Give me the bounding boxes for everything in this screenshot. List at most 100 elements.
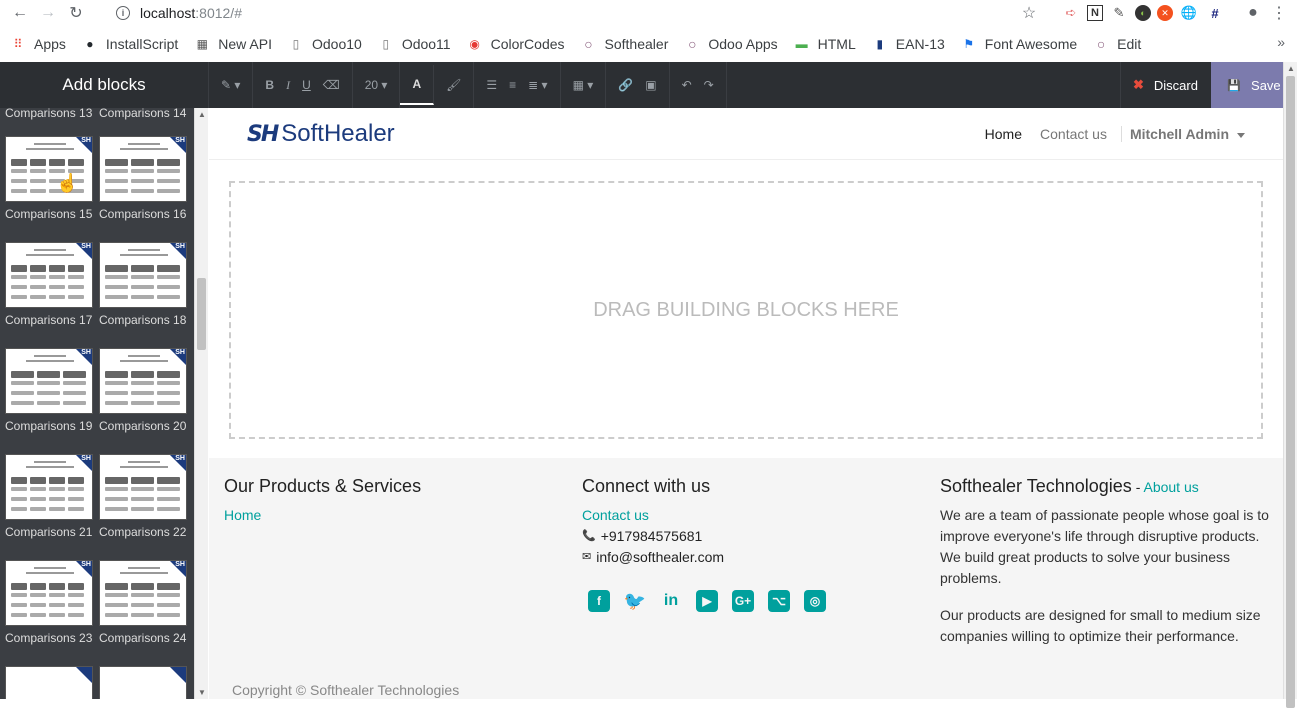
bookmark-item[interactable]: ● InstallScript xyxy=(82,36,178,52)
bullet-list-icon[interactable]: ☰ xyxy=(480,62,503,108)
menu-kebab-icon[interactable]: ⋮ xyxy=(1269,3,1289,23)
block-label: Comparisons 16 xyxy=(99,207,187,221)
block-item[interactable]: SH Comparisons 24 xyxy=(99,560,189,645)
block-item[interactable]: SH Comparisons 19 xyxy=(5,348,95,433)
align-icon[interactable]: ≣ ▾ xyxy=(522,62,553,108)
block-item[interactable]: SH Comparisons 18 xyxy=(99,242,189,327)
bookmarks-more-icon[interactable]: » xyxy=(1277,34,1285,50)
forward-icon[interactable]: → xyxy=(34,1,62,25)
block-item[interactable]: SH Comparisons 22 xyxy=(99,454,189,539)
block-thumbnail[interactable]: SH xyxy=(5,242,93,308)
block-item[interactable]: SHComparisons 14 xyxy=(99,108,189,120)
block-item[interactable]: SHComparisons 13 xyxy=(5,108,95,120)
bookmark-item[interactable]: ○ Edit xyxy=(1093,36,1141,52)
nav-home-link[interactable]: Home xyxy=(985,126,1022,142)
block-thumbnail[interactable]: SH xyxy=(99,136,187,202)
block-item[interactable] xyxy=(99,666,189,699)
globe-icon[interactable]: 🌐 xyxy=(1179,3,1199,23)
undo-icon[interactable]: ↶ xyxy=(676,62,698,108)
footer-home-link[interactable]: Home xyxy=(224,505,554,526)
numbered-list-icon[interactable]: ≡ xyxy=(503,62,522,108)
table-icon[interactable]: ▦ ▾ xyxy=(567,62,600,108)
drop-zone[interactable]: DRAG BUILDING BLOCKS HERE xyxy=(229,181,1263,439)
redo-icon[interactable]: ↷ xyxy=(698,62,720,108)
block-thumbnail[interactable] xyxy=(5,666,93,699)
block-item[interactable]: SH Comparisons 16 xyxy=(99,136,189,221)
bookmark-item[interactable]: ▯ Odoo11 xyxy=(378,36,451,52)
bookmark-item[interactable]: ⠿ Apps xyxy=(10,36,66,52)
page-scrollbar[interactable]: ▲ xyxy=(1283,62,1297,708)
block-thumbnail[interactable]: SH xyxy=(99,560,187,626)
bookmark-item[interactable]: ◉ ColorCodes xyxy=(467,36,564,52)
bookmark-item[interactable]: ▯ Odoo10 xyxy=(288,36,362,52)
bookmark-item[interactable]: ▮ EAN-13 xyxy=(872,36,944,52)
block-thumbnail[interactable]: SH xyxy=(99,348,187,414)
user-menu[interactable]: Mitchell Admin xyxy=(1120,126,1245,142)
page-scroll-up-icon[interactable]: ▲ xyxy=(1287,64,1295,73)
bookmark-item[interactable]: ▬ HTML xyxy=(794,36,856,52)
block-item[interactable]: SH Comparisons 21 xyxy=(5,454,95,539)
footer-contact-link[interactable]: Contact us xyxy=(582,505,912,526)
scroll-up-icon[interactable]: ▲ xyxy=(198,110,206,119)
discard-button[interactable]: ✖ Discard xyxy=(1120,62,1210,108)
paint-brush-icon[interactable]: 🖌 xyxy=(440,62,467,108)
bookmark-item[interactable]: ○ Odoo Apps xyxy=(684,36,778,52)
block-thumbnail[interactable]: SH ☝ xyxy=(5,136,93,202)
image-icon[interactable]: ▣ xyxy=(639,62,662,108)
block-thumbnail[interactable]: SH xyxy=(5,560,93,626)
block-item[interactable]: SH ☝ Comparisons 15 xyxy=(5,136,95,221)
instagram-icon[interactable]: ◎ xyxy=(804,590,826,612)
twitter-icon[interactable]: 🐦 xyxy=(624,590,646,612)
block-label: Comparisons 14 xyxy=(99,108,187,120)
eyedropper-icon[interactable]: ✎ xyxy=(1109,3,1129,23)
account-icon[interactable]: ● xyxy=(1243,3,1263,23)
font-color-icon[interactable]: A xyxy=(406,65,427,103)
grid-doc-icon: ▦ xyxy=(196,37,208,51)
sidebar-scrollbar[interactable]: ▲ ▼ xyxy=(194,108,208,699)
dark-circle-icon[interactable]: ◐ xyxy=(1135,5,1151,21)
underline-icon[interactable]: U xyxy=(296,62,317,108)
magic-wand-icon[interactable]: ✎ ▾ xyxy=(215,62,246,108)
block-item[interactable]: SH Comparisons 20 xyxy=(99,348,189,433)
block-thumbnail[interactable]: SH xyxy=(5,454,93,520)
extension-arrow-icon[interactable]: ➪ xyxy=(1061,3,1081,23)
notion-icon[interactable]: N xyxy=(1087,5,1103,21)
blocks-sidebar: ▲ ▼ SHComparisons 13SHComparisons 14SH☝C… xyxy=(0,108,208,699)
bookmark-item[interactable]: ⚑ Font Awesome xyxy=(961,36,1077,52)
back-icon[interactable]: ← xyxy=(6,1,34,25)
google-plus-icon[interactable]: G+ xyxy=(732,590,754,612)
about-us-link[interactable]: About us xyxy=(1143,479,1198,495)
bookmark-item[interactable]: ○ Softhealer xyxy=(581,36,668,52)
bookmark-item[interactable]: ▦ New API xyxy=(194,36,272,52)
link-icon[interactable]: 🔗 xyxy=(612,62,639,108)
block-thumbnail[interactable]: SH xyxy=(99,454,187,520)
star-icon[interactable]: ☆ xyxy=(1019,3,1039,23)
facebook-icon[interactable]: f xyxy=(588,590,610,612)
block-thumbnail[interactable] xyxy=(99,666,187,699)
page-scroll-thumb[interactable] xyxy=(1286,76,1295,708)
bold-icon[interactable]: B xyxy=(259,62,280,108)
block-item[interactable]: SH Comparisons 17 xyxy=(5,242,95,327)
youtube-icon[interactable]: ▶ xyxy=(696,590,718,612)
reload-icon[interactable]: ↻ xyxy=(62,1,90,25)
page-icon: ▯ xyxy=(292,37,300,51)
orange-circle-icon[interactable]: ✕ xyxy=(1157,5,1173,21)
nav-contact-link[interactable]: Contact us xyxy=(1040,126,1107,142)
block-item[interactable] xyxy=(5,666,95,699)
block-item[interactable]: SH Comparisons 23 xyxy=(5,560,95,645)
block-thumbnail[interactable]: SH xyxy=(99,242,187,308)
grid-hash-icon[interactable]: # xyxy=(1205,3,1225,23)
sidebar-scroll-thumb[interactable] xyxy=(197,278,206,350)
info-icon[interactable]: i xyxy=(116,6,130,20)
brand-badge-text: SH xyxy=(81,243,91,250)
eraser-icon[interactable]: ⌫ xyxy=(317,62,346,108)
github-icon[interactable]: ⌥ xyxy=(768,590,790,612)
linkedin-icon[interactable]: in xyxy=(660,590,682,612)
font-size-select[interactable]: 20 ▾ xyxy=(359,62,394,108)
block-thumbnail[interactable]: SH xyxy=(5,348,93,414)
address-bar[interactable]: i localhost:8012/# xyxy=(116,4,242,22)
site-logo[interactable]: SH SoftHealer xyxy=(247,120,395,148)
scroll-down-icon[interactable]: ▼ xyxy=(198,688,206,697)
font-size-value: 20 xyxy=(364,78,379,92)
italic-icon[interactable]: I xyxy=(280,62,296,108)
